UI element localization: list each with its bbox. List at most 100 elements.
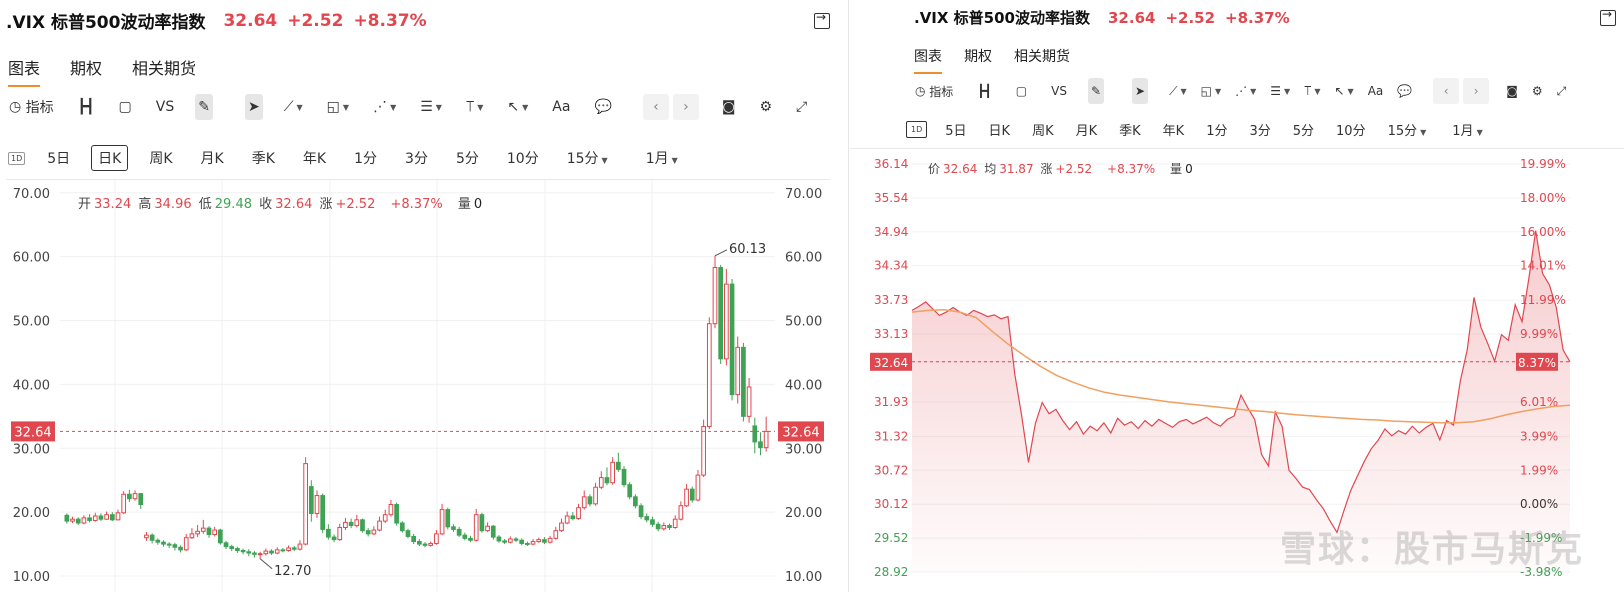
volume-value: 0 bbox=[473, 197, 483, 212]
candle-body bbox=[695, 474, 701, 501]
candle-body bbox=[593, 486, 598, 505]
candle-body bbox=[195, 530, 200, 535]
candle-body bbox=[735, 346, 741, 396]
y-tick-label-left: 70.00 bbox=[13, 187, 50, 202]
candle-body bbox=[92, 515, 98, 521]
candle-body bbox=[320, 495, 326, 530]
candle-body bbox=[348, 521, 354, 527]
candle-body bbox=[314, 495, 320, 514]
y-tick-label-right: 14.01% bbox=[1520, 259, 1566, 273]
candle-body bbox=[445, 509, 451, 528]
high-value: 34.96 bbox=[154, 197, 192, 212]
candle-body bbox=[371, 529, 377, 535]
candle-body bbox=[240, 549, 246, 553]
candle-body bbox=[166, 543, 172, 546]
candle-body bbox=[360, 519, 365, 532]
candle-body bbox=[718, 267, 724, 360]
candle-body bbox=[343, 521, 348, 528]
candle-body bbox=[729, 283, 735, 396]
min-annotation-line bbox=[259, 558, 273, 570]
y-tick-label-left: 33.73 bbox=[874, 293, 908, 307]
candle-body bbox=[104, 514, 109, 520]
candle-body bbox=[496, 536, 502, 542]
y-tick-label-left: 30.12 bbox=[874, 497, 908, 511]
candle-body bbox=[439, 509, 445, 535]
y-tick-label-left: 34.94 bbox=[874, 225, 908, 239]
y-tick-label-left: 60.00 bbox=[13, 251, 50, 266]
candle-body bbox=[212, 529, 218, 536]
volume-label: 量 bbox=[457, 197, 471, 212]
candle-body bbox=[627, 484, 633, 498]
candle-body bbox=[149, 534, 155, 541]
candle-body bbox=[559, 522, 564, 532]
price-label: 价 bbox=[928, 162, 941, 176]
candle-body bbox=[650, 519, 655, 525]
intraday-stats: 价 32.64 均 31.87 涨 +2.52 +8.37% 量0 bbox=[928, 160, 1196, 177]
candle-body bbox=[553, 530, 559, 539]
y-tick-label-right: 10.00 bbox=[785, 570, 822, 585]
y-tick-label-right: 19.99% bbox=[1520, 157, 1566, 171]
current-pct-tag-right-text: 8.37% bbox=[1518, 356, 1556, 370]
y-tick-label-left: 31.93 bbox=[874, 395, 908, 409]
candle-body bbox=[411, 535, 417, 543]
candlestick-chart[interactable]: 70.00 70.00 60.00 60.00 50.00 50.00 40.00 40.00… bbox=[0, 0, 848, 592]
open-label: 开 bbox=[78, 197, 92, 212]
candle-body bbox=[81, 517, 87, 524]
y-tick-label-right: 16.00% bbox=[1520, 225, 1566, 239]
candle-body bbox=[70, 518, 75, 522]
candle-body bbox=[303, 463, 308, 545]
candle-body bbox=[399, 522, 405, 532]
candle-body bbox=[542, 539, 547, 543]
change-label: 涨 bbox=[319, 197, 333, 212]
intraday-line-chart[interactable]: 36.14 19.99% 35.54 18.00% 34.94 16.00% 34.34 14… bbox=[850, 0, 1624, 592]
candle-body bbox=[570, 515, 576, 520]
candle-body bbox=[155, 539, 161, 543]
candle-body bbox=[758, 441, 763, 449]
candle-body bbox=[354, 519, 360, 527]
ohlc-stats: 开 33.24 高 34.96 低 29.48 收 32.64 涨 +2.52 +8.37… bbox=[78, 193, 485, 212]
candle-body bbox=[274, 549, 280, 554]
candle-body bbox=[462, 534, 468, 539]
y-tick-label-right: 60.00 bbox=[785, 251, 822, 266]
low-label: 低 bbox=[198, 197, 212, 212]
y-tick-label-left: 28.92 bbox=[874, 565, 908, 579]
y-tick-label-left: 31.32 bbox=[874, 429, 908, 443]
candle-body bbox=[422, 543, 428, 546]
candle-body bbox=[291, 547, 297, 550]
avg-label: 均 bbox=[984, 162, 997, 176]
candle-body bbox=[138, 493, 144, 505]
candle-body bbox=[689, 488, 695, 501]
candle-body bbox=[752, 425, 758, 443]
candle-body bbox=[127, 493, 132, 500]
candle-body bbox=[490, 525, 496, 538]
y-tick-label-left: 30.00 bbox=[13, 442, 50, 457]
candle-body bbox=[667, 525, 672, 528]
y-tick-label-right: 40.00 bbox=[785, 378, 822, 393]
candle-body bbox=[519, 539, 525, 544]
candle-body bbox=[172, 544, 178, 548]
right-quote-panel: .VIX 标普500波动率指数 32.64 +2.52 +8.37% 图表 期权… bbox=[850, 0, 1624, 592]
candle-body bbox=[473, 514, 479, 541]
candle-body bbox=[331, 536, 337, 541]
candle-body bbox=[456, 528, 462, 536]
candle-body bbox=[581, 496, 587, 509]
candle-body bbox=[377, 520, 382, 531]
y-tick-label-left: 29.52 bbox=[874, 531, 908, 545]
candle-body bbox=[741, 346, 746, 417]
candle-body bbox=[235, 548, 240, 551]
candle-body bbox=[115, 512, 121, 521]
candle-body bbox=[724, 283, 729, 360]
candle-body bbox=[451, 526, 456, 530]
candle-body bbox=[200, 527, 206, 532]
volume-value-right: 0 bbox=[1185, 162, 1193, 176]
y-tick-label-left: 35.54 bbox=[874, 191, 908, 205]
candle-body bbox=[576, 507, 581, 520]
y-tick-label-left: 50.00 bbox=[13, 315, 50, 330]
candle-body bbox=[365, 530, 371, 535]
candle-body bbox=[701, 426, 706, 476]
candle-body bbox=[206, 527, 212, 536]
candle-body bbox=[183, 537, 189, 551]
high-label: 高 bbox=[138, 197, 152, 212]
change-pct-value-right: +8.37% bbox=[1107, 162, 1156, 176]
close-value: 32.64 bbox=[275, 197, 313, 212]
